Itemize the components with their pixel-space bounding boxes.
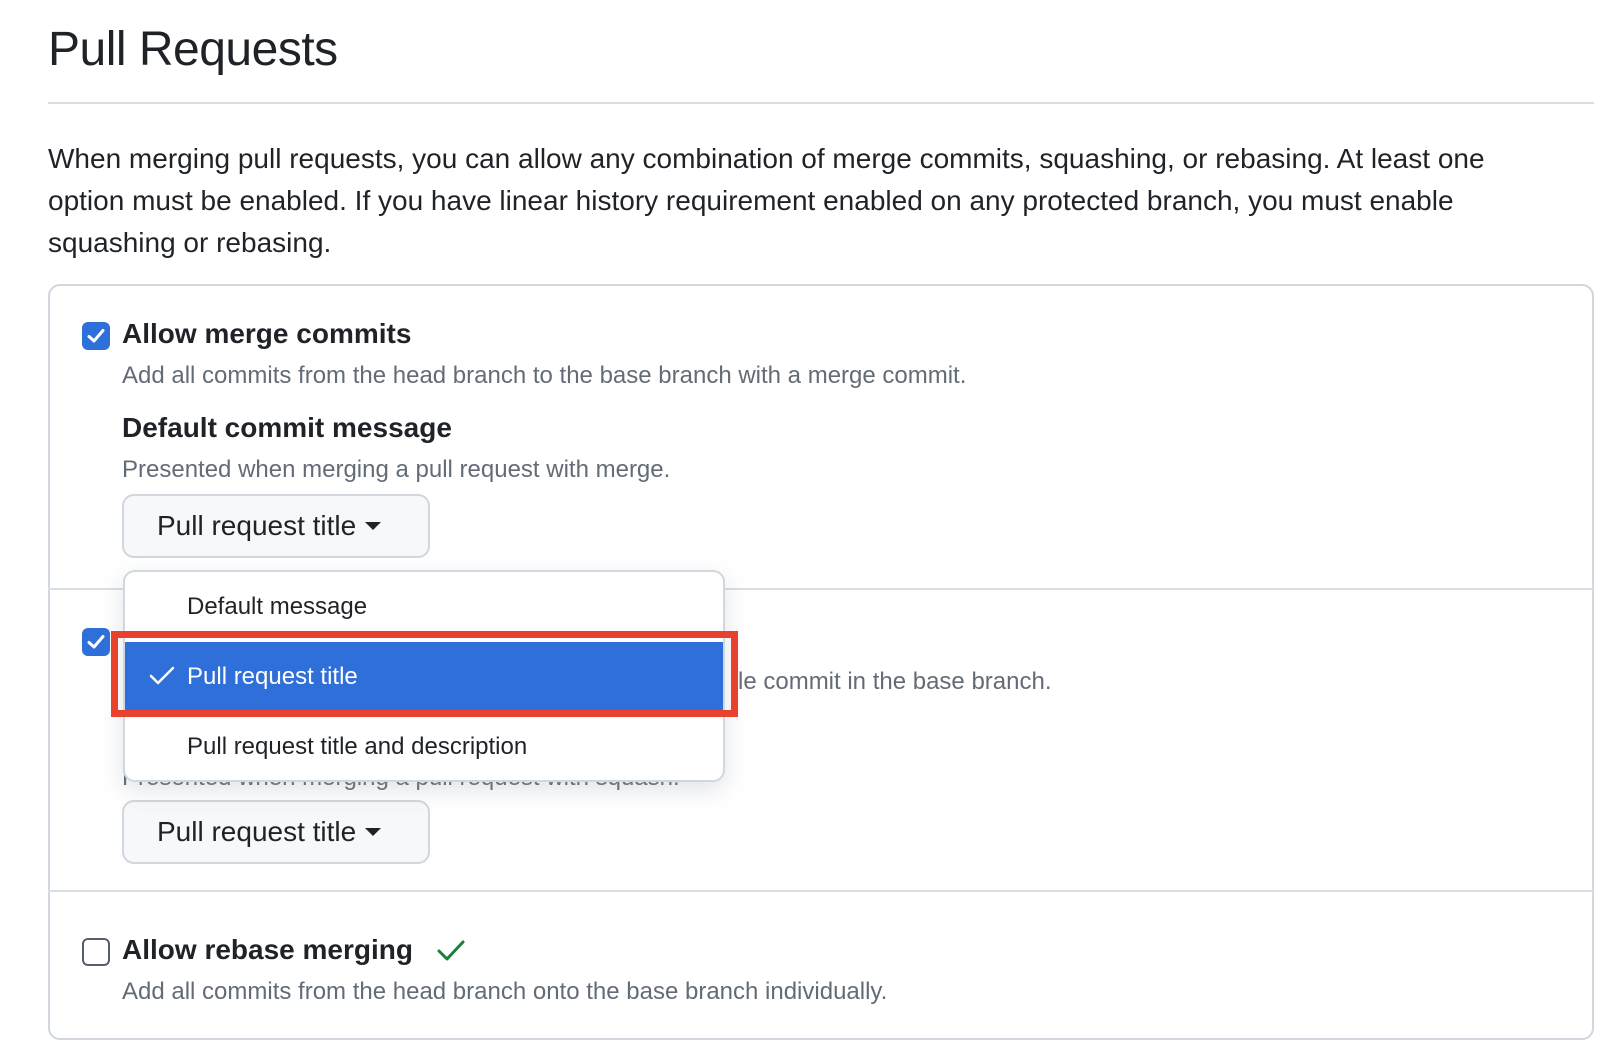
caret-down-icon	[365, 522, 382, 530]
rebase-merging-label[interactable]: Allow rebase merging	[122, 934, 413, 966]
check-icon	[437, 940, 465, 961]
merge-commits-description: Add all commits from the head branch to …	[122, 362, 967, 389]
merge-default-message-dropdown-button[interactable]: Pull request title	[122, 494, 430, 558]
merge-commits-checkbox[interactable]	[82, 322, 110, 350]
intro-text: When merging pull requests, you can allo…	[48, 143, 1485, 258]
merge-commits-label[interactable]: Allow merge commits	[122, 318, 411, 350]
squash-merging-checkbox[interactable]	[82, 628, 110, 656]
menu-item-label: Default message	[187, 593, 368, 620]
menu-item-pull-request-title-and-description[interactable]: Pull request title and description	[125, 712, 723, 780]
squash-default-message-dropdown-button[interactable]: Pull request title	[122, 800, 430, 864]
checkmark-icon	[87, 329, 105, 343]
section-divider	[48, 890, 1594, 892]
caret-down-icon	[365, 828, 382, 836]
default-commit-message-description: Presented when merging a pull request wi…	[122, 456, 671, 483]
squash-description: le commit in the base branch.	[738, 668, 1052, 695]
menu-item-label: Pull request title and description	[187, 733, 528, 760]
dropdown-button-label: Pull request title	[157, 816, 357, 847]
rebase-merging-checkbox[interactable]	[82, 938, 110, 966]
default-commit-message-title: Default commit message	[122, 412, 452, 443]
selection-highlight-box	[111, 631, 738, 717]
title-divider	[48, 102, 1594, 104]
page-title: Pull Requests	[48, 23, 338, 76]
dropdown-button-label: Pull request title	[157, 510, 357, 541]
checkmark-icon	[87, 635, 105, 649]
rebase-merging-description: Add all commits from the head branch ont…	[122, 978, 888, 1005]
